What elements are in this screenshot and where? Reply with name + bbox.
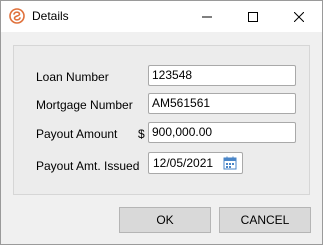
calendar-icon[interactable] [223, 156, 237, 170]
ok-button[interactable]: OK [119, 207, 211, 233]
mortgage-number-label: Mortgage Number [36, 98, 133, 112]
details-group-panel: Loan Number 123548 Mortgage Number AM561… [13, 45, 310, 195]
payout-issued-label: Payout Amt. Issued [36, 159, 140, 173]
cancel-button[interactable]: CANCEL [219, 207, 311, 233]
loan-number-field[interactable]: 123548 [148, 65, 296, 86]
close-button[interactable] [276, 1, 322, 32]
minimize-button[interactable] [184, 1, 230, 32]
payout-issued-date-picker[interactable]: 12/05/2021 [148, 152, 243, 174]
payout-amount-field[interactable]: 900,000.00 [148, 122, 296, 143]
maximize-icon [248, 11, 258, 22]
payout-amount-label: Payout Amount [36, 127, 118, 141]
app-swirl-icon [9, 8, 25, 24]
maximize-button[interactable] [230, 1, 276, 32]
payout-issued-date-value: 12/05/2021 [153, 156, 214, 170]
minimize-icon [202, 16, 212, 17]
loan-number-label: Loan Number [36, 70, 109, 84]
window-title: Details [32, 9, 69, 23]
details-dialog: Details Loan Number 123548 Mortgage Numb… [0, 0, 323, 245]
mortgage-number-field[interactable]: AM561561 [148, 93, 296, 114]
title-bar: Details [1, 1, 322, 32]
close-icon [294, 11, 304, 22]
currency-symbol: $ [138, 127, 145, 141]
